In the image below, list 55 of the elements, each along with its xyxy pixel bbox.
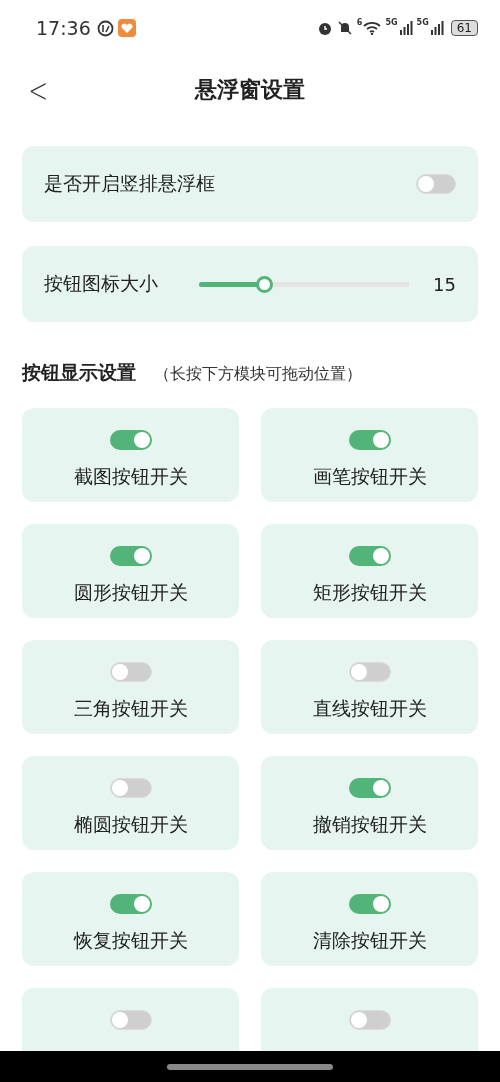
toggle-switch[interactable]	[348, 546, 391, 566]
button-setting-card[interactable]: 直线按钮开关	[261, 640, 478, 734]
status-time: 17:36	[36, 17, 91, 39]
button-setting-card[interactable]: 截图按钮开关	[22, 408, 239, 502]
setting-label: 是否开启竖排悬浮框	[44, 171, 215, 196]
home-handle[interactable]	[167, 1063, 333, 1070]
setting-label: 撤销按钮开关	[312, 812, 427, 837]
setting-label: 按钮图标大小	[44, 271, 158, 296]
toggle-switch[interactable]	[348, 778, 391, 798]
button-setting-card[interactable]	[261, 988, 478, 1051]
muted-bell-icon	[336, 20, 353, 36]
alarm-icon	[316, 20, 333, 36]
network-label: 5G	[416, 18, 429, 27]
slider-value: 15	[433, 273, 456, 295]
setting-label: 恢复按钮开关	[73, 928, 188, 953]
setting-label: 三角按钮开关	[73, 696, 188, 721]
button-setting-card[interactable]: 圆形按钮开关	[22, 524, 239, 618]
button-setting-card[interactable]: 三角按钮开关	[22, 640, 239, 734]
signal-icon	[398, 21, 413, 35]
button-setting-card[interactable]	[22, 988, 239, 1051]
page-title: 悬浮窗设置	[195, 76, 305, 104]
setting-label: 画笔按钮开关	[312, 464, 427, 489]
toggle-switch[interactable]	[348, 894, 391, 914]
toggle-switch[interactable]	[416, 174, 456, 194]
setting-label: 截图按钮开关	[73, 464, 188, 489]
wifi-icon	[363, 21, 382, 35]
toggle-switch[interactable]	[109, 662, 152, 682]
toggle-switch[interactable]	[348, 1010, 391, 1030]
button-setting-card[interactable]: 清除按钮开关	[261, 872, 478, 966]
button-setting-card[interactable]: 画笔按钮开关	[261, 408, 478, 502]
back-button[interactable]: <	[25, 70, 52, 110]
section-hint: （长按下方模块可拖动位置）	[154, 364, 362, 385]
battery-icon: 61	[450, 20, 478, 36]
network-label: 5G	[385, 18, 398, 27]
speed-icon	[96, 19, 114, 37]
toggle-switch[interactable]	[109, 894, 152, 914]
toggle-switch[interactable]	[109, 430, 152, 450]
wifi-label: 6	[356, 18, 363, 27]
toggle-switch[interactable]	[109, 1010, 152, 1030]
setting-label: 椭圆按钮开关	[73, 812, 188, 837]
toggle-switch[interactable]	[109, 546, 152, 566]
toggle-switch[interactable]	[109, 778, 152, 798]
setting-label: 圆形按钮开关	[73, 580, 188, 605]
setting-label: 直线按钮开关	[312, 696, 427, 721]
setting-label: 清除按钮开关	[312, 928, 427, 953]
button-setting-card[interactable]: 椭圆按钮开关	[22, 756, 239, 850]
button-setting-card[interactable]: 恢复按钮开关	[22, 872, 239, 966]
toggle-switch[interactable]	[348, 430, 391, 450]
setting-label: 矩形按钮开关	[312, 580, 427, 605]
toggle-switch[interactable]	[348, 662, 391, 682]
button-setting-card[interactable]: 矩形按钮开关	[261, 524, 478, 618]
section-title: 按钮显示设置	[22, 360, 136, 385]
heart-app-icon	[117, 19, 136, 37]
button-setting-card[interactable]: 撤销按钮开关	[261, 756, 478, 850]
signal-icon	[429, 21, 444, 35]
